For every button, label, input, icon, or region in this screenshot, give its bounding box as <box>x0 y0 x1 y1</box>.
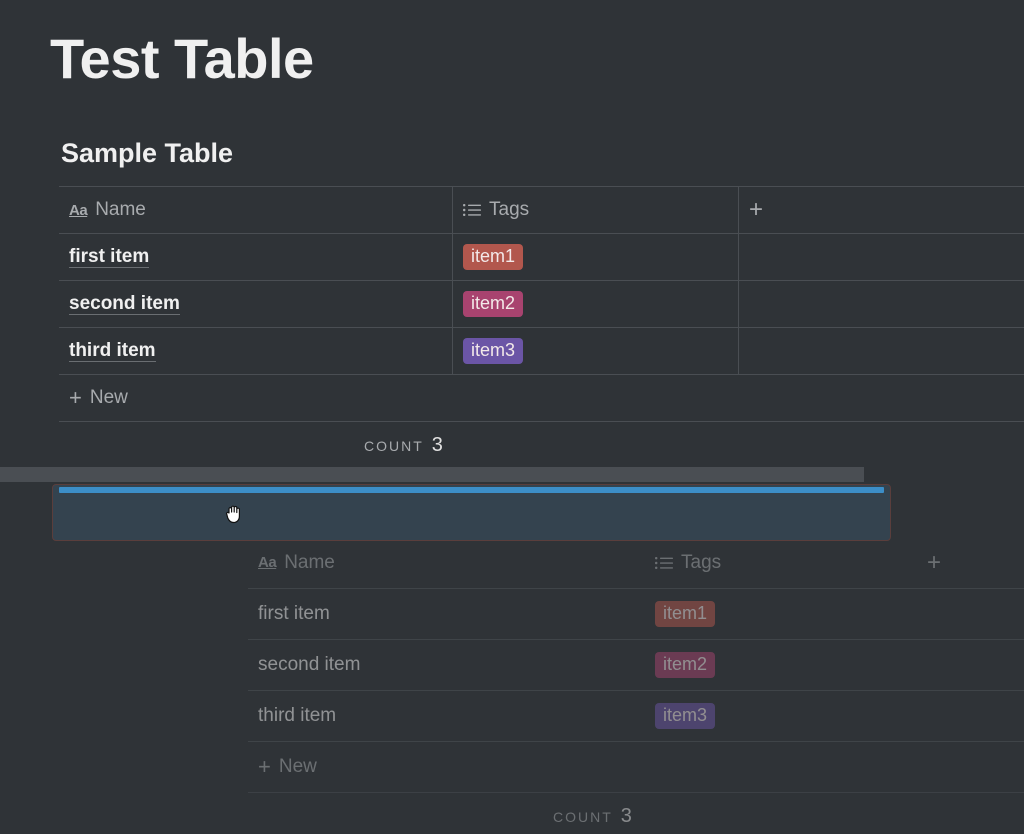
name-cell: third item <box>248 691 645 741</box>
tag-badge: item1 <box>655 601 716 627</box>
row-name: second item <box>258 654 361 676</box>
new-label: New <box>89 387 128 408</box>
new-row-button: + New <box>248 741 1024 792</box>
column-header-label: Tags <box>489 199 530 220</box>
tag-badge: item2 <box>463 291 524 317</box>
name-cell: first item <box>248 589 645 639</box>
tags-cell[interactable]: item2 <box>453 281 739 327</box>
plus-icon: + <box>927 548 942 576</box>
count-value: 3 <box>620 805 632 827</box>
empty-cell <box>917 589 1024 639</box>
empty-cell[interactable] <box>739 328 1024 374</box>
column-header-label: Tags <box>681 551 722 573</box>
text-type-icon: Aa <box>258 554 277 571</box>
plus-icon: + <box>69 385 82 410</box>
name-cell[interactable]: second item <box>59 281 453 327</box>
column-header-label: Name <box>95 199 146 220</box>
column-header-tags[interactable]: Tags <box>453 187 739 233</box>
empty-cell <box>917 691 1024 741</box>
page-title[interactable]: Test Table <box>50 26 314 91</box>
grab-hand-cursor-icon <box>224 503 246 525</box>
new-row-button[interactable]: + New <box>59 374 1024 421</box>
table-header-row: Aa Name Tags + <box>248 537 1024 588</box>
row-name[interactable]: second item <box>69 293 180 316</box>
column-header-tags: Tags <box>645 537 917 588</box>
drop-indicator-line <box>59 487 884 493</box>
count-value: 3 <box>431 434 443 456</box>
empty-cell[interactable] <box>739 234 1024 280</box>
empty-cell <box>917 640 1024 690</box>
table-header-row: Aa Name Tags + <box>59 186 1024 233</box>
tags-cell[interactable]: item1 <box>453 234 739 280</box>
table-row[interactable]: second item item2 <box>59 280 1024 327</box>
tags-cell: item3 <box>645 691 917 741</box>
list-icon <box>463 203 481 217</box>
column-header-name: Aa Name <box>248 537 645 588</box>
count-footer: COUNT 3 <box>248 792 1024 834</box>
row-name[interactable]: third item <box>69 340 156 363</box>
tag-badge: item3 <box>463 338 524 364</box>
plus-icon: + <box>749 196 764 223</box>
page: Test Table Sample Table Aa Name Tags + f… <box>0 0 1024 834</box>
row-name: third item <box>258 705 337 727</box>
count-label: COUNT <box>364 438 424 454</box>
row-name: first item <box>258 603 330 625</box>
table-row[interactable]: third item item3 <box>59 327 1024 374</box>
drop-target-highlight <box>52 484 891 541</box>
table-row: third item item3 <box>248 690 1024 741</box>
tag-badge: item3 <box>655 703 716 729</box>
row-name[interactable]: first item <box>69 246 150 269</box>
block-divider <box>0 467 864 482</box>
new-label: New <box>278 756 317 777</box>
count-label: COUNT <box>553 809 613 825</box>
dragged-table-preview: Aa Name Tags + first item item1 second i… <box>248 537 1024 834</box>
new-row[interactable]: + New <box>59 375 128 421</box>
sample-table: Aa Name Tags + first item item1 second i… <box>59 186 1024 471</box>
tag-badge: item2 <box>655 652 716 678</box>
new-row: + New <box>248 742 317 792</box>
column-header-name[interactable]: Aa Name <box>59 187 453 233</box>
add-column-button: + <box>917 537 1024 588</box>
list-icon <box>655 556 673 570</box>
table-row[interactable]: first item item1 <box>59 233 1024 280</box>
table-row: second item item2 <box>248 639 1024 690</box>
tag-badge: item1 <box>463 244 524 270</box>
count-footer: COUNT 3 <box>59 421 1024 471</box>
count-summary[interactable]: COUNT 3 <box>364 434 443 457</box>
text-type-icon: Aa <box>69 201 88 219</box>
plus-icon: + <box>258 754 271 779</box>
tags-cell: item2 <box>645 640 917 690</box>
table-row: first item item1 <box>248 588 1024 639</box>
tags-cell: item1 <box>645 589 917 639</box>
name-cell: second item <box>248 640 645 690</box>
empty-cell[interactable] <box>739 281 1024 327</box>
name-cell[interactable]: first item <box>59 234 453 280</box>
add-column-button[interactable]: + <box>739 187 1024 233</box>
table-title[interactable]: Sample Table <box>61 138 233 169</box>
count-summary: COUNT 3 <box>553 805 632 828</box>
column-header-label: Name <box>284 551 335 573</box>
tags-cell[interactable]: item3 <box>453 328 739 374</box>
name-cell[interactable]: third item <box>59 328 453 374</box>
